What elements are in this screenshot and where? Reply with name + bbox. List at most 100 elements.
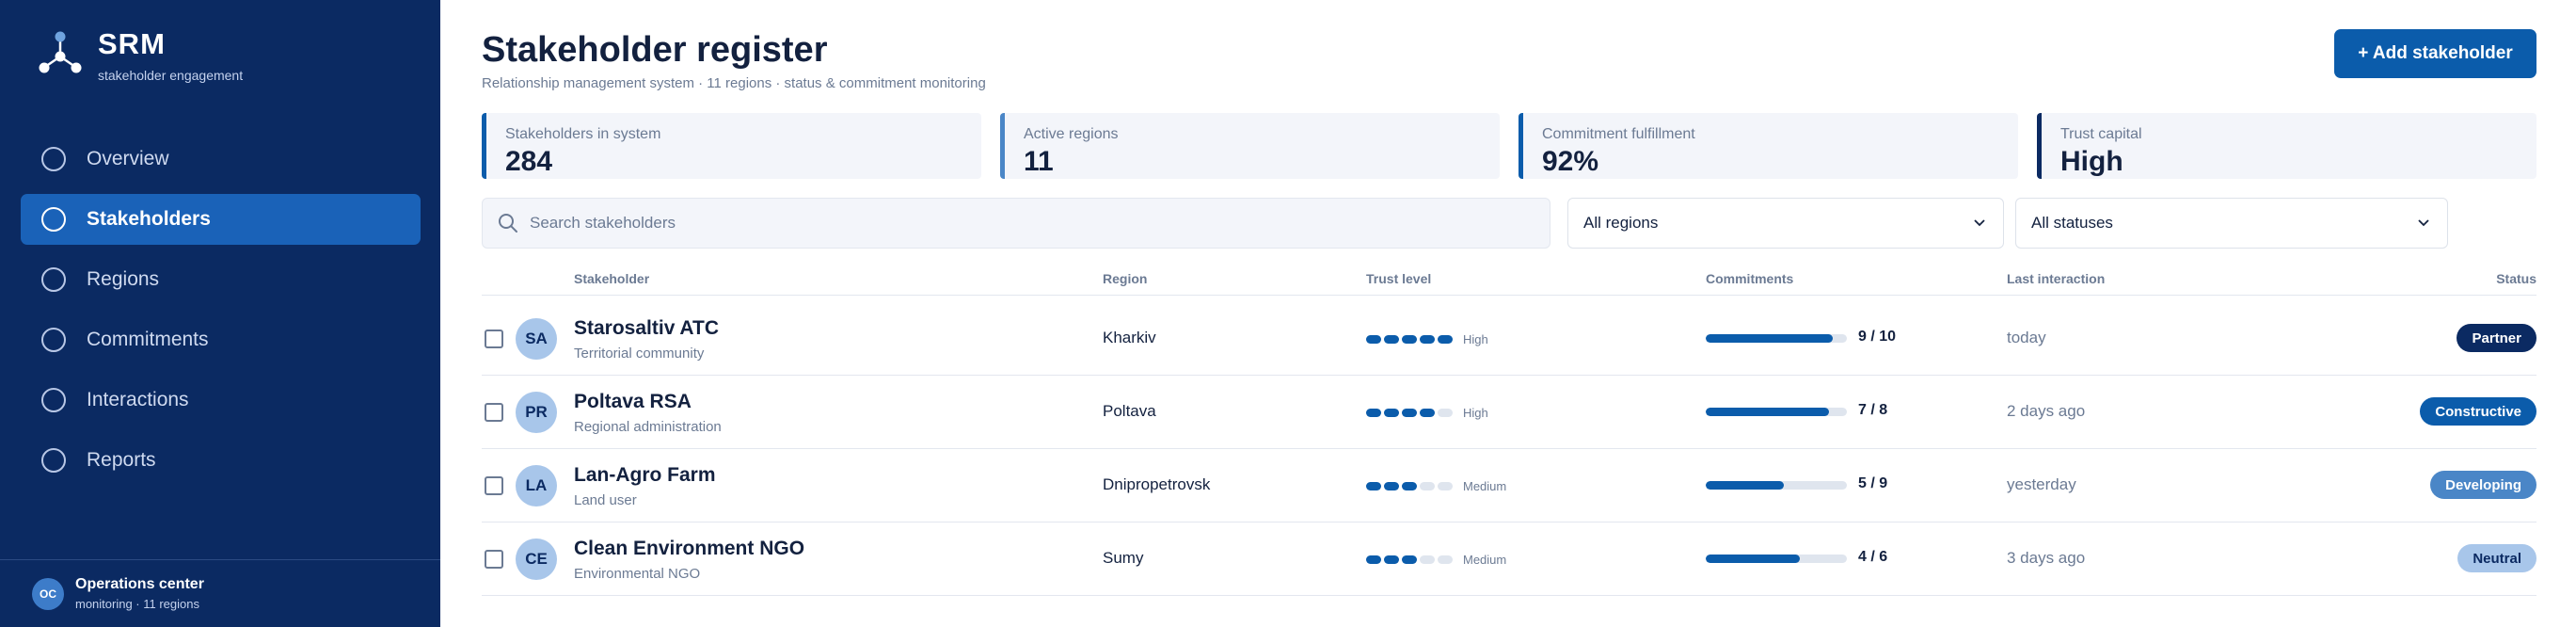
operations-center-footer[interactable]: OC Operations center monitoring · 11 reg…	[0, 559, 440, 627]
stat-label: Commitment fulfillment	[1542, 126, 1695, 142]
trust-pill	[1384, 555, 1399, 564]
column-header-region[interactable]: Region	[1103, 271, 1147, 286]
status-badge: Developing	[2430, 471, 2536, 499]
network-logo-icon	[39, 31, 82, 73]
region-filter-select[interactable]: All regions	[1567, 198, 2004, 249]
trust-level-indicator: High	[1366, 332, 1488, 346]
sidebar-item-commitments[interactable]: Commitments	[21, 314, 421, 365]
chevron-down-icon	[2418, 219, 2429, 227]
progress-fill	[1706, 408, 1830, 416]
trust-pill	[1438, 409, 1453, 417]
trust-pill	[1420, 555, 1435, 564]
search-icon	[499, 214, 517, 233]
stakeholder-name[interactable]: Lan-Agro Farm	[574, 464, 716, 487]
region-cell: Sumy	[1103, 549, 1144, 567]
status-filter-select[interactable]: All statuses	[2015, 198, 2448, 249]
column-header-status[interactable]: Status	[2496, 271, 2536, 286]
chevron-down-icon	[1974, 219, 1985, 227]
last-interaction: yesterday	[2007, 475, 2076, 493]
avatar: SA	[516, 318, 557, 360]
stat-card-fulfillment: Commitment fulfillment 92%	[1519, 113, 2018, 179]
trust-label: High	[1463, 406, 1488, 420]
stakeholder-name[interactable]: Poltava RSA	[574, 391, 692, 413]
add-stakeholder-button[interactable]: + Add stakeholder	[2334, 29, 2536, 78]
stat-value: 284	[505, 146, 553, 177]
region-cell: Kharkiv	[1103, 329, 1156, 346]
stakeholder-name[interactable]: Starosaltiv ATC	[574, 317, 719, 340]
stat-card-regions: Active regions 11	[1000, 113, 1500, 179]
column-header-stakeholder[interactable]: Stakeholder	[574, 271, 649, 286]
circle-icon	[41, 388, 66, 412]
table-row[interactable]: PR Poltava RSA Regional administration Polt…	[482, 376, 2536, 449]
sidebar-item-reports[interactable]: Reports	[21, 435, 421, 486]
row-checkbox[interactable]	[485, 550, 503, 569]
sidebar-item-label: Regions	[87, 268, 160, 290]
trust-label: High	[1463, 332, 1488, 346]
row-checkbox[interactable]	[485, 330, 503, 348]
trust-pill	[1420, 482, 1435, 490]
commitments-count: 7 / 8	[1858, 402, 1888, 418]
region-cell: Dnipropetrovsk	[1103, 475, 1211, 493]
table-row[interactable]: SA Starosaltiv ATC Territorial community Kh…	[482, 302, 2536, 376]
status-badge: Constructive	[2420, 397, 2536, 426]
commitments-count: 9 / 10	[1858, 329, 1897, 345]
page-title: Stakeholder register	[482, 30, 828, 70]
commitments-progress-bar	[1706, 334, 1847, 343]
trust-pill	[1384, 335, 1399, 344]
stakeholder-name[interactable]: Clean Environment NGO	[574, 538, 804, 560]
last-interaction: 2 days ago	[2007, 402, 2086, 420]
table-row[interactable]: LA Lan-Agro Farm Land user Dnipropetrovsk Me…	[482, 449, 2536, 522]
commitments-count: 5 / 9	[1858, 475, 1888, 491]
trust-pill	[1438, 555, 1453, 564]
footer-title: Operations center	[75, 576, 204, 592]
trust-pill	[1384, 409, 1399, 417]
trust-pill	[1420, 335, 1435, 344]
circle-icon	[41, 207, 66, 232]
search-box[interactable]	[482, 198, 1550, 249]
progress-fill	[1706, 334, 1833, 343]
row-checkbox[interactable]	[485, 476, 503, 495]
region-cell: Poltava	[1103, 402, 1156, 420]
progress-fill	[1706, 481, 1785, 490]
last-interaction: 3 days ago	[2007, 549, 2086, 567]
column-header-last-interaction[interactable]: Last interaction	[2007, 271, 2105, 286]
circle-icon	[41, 267, 66, 292]
trust-pill	[1384, 482, 1399, 490]
stat-label: Stakeholders in system	[505, 126, 661, 142]
search-input[interactable]	[530, 214, 1471, 233]
commitments-progress-bar	[1706, 481, 1847, 490]
last-interaction: today	[2007, 329, 2046, 346]
sidebar-item-stakeholders[interactable]: Stakeholders	[21, 194, 421, 245]
sidebar-item-label: Stakeholders	[87, 208, 211, 230]
trust-level-indicator: Medium	[1366, 553, 1506, 567]
brand-name: SRM	[98, 27, 166, 60]
trust-pill	[1366, 555, 1381, 564]
trust-level-indicator: Medium	[1366, 479, 1506, 493]
row-checkbox[interactable]	[485, 403, 503, 422]
column-header-commitments[interactable]: Commitments	[1706, 271, 1793, 286]
table-row[interactable]: CE Clean Environment NGO Environmental NGO…	[482, 522, 2536, 596]
sidebar-item-label: Interactions	[87, 389, 189, 410]
commitments-progress-bar	[1706, 555, 1847, 563]
brand: SRM stakeholder engagement	[36, 28, 243, 83]
circle-icon	[41, 448, 66, 473]
stat-value: 11	[1024, 146, 1054, 177]
table-header: Stakeholder Region Trust level Commitmen…	[482, 271, 2536, 296]
stat-label: Active regions	[1024, 126, 1119, 142]
avatar: CE	[516, 539, 557, 580]
trust-pill	[1366, 409, 1381, 417]
trust-level-indicator: High	[1366, 406, 1488, 420]
column-header-trust[interactable]: Trust level	[1366, 271, 1431, 286]
stat-card-stakeholders: Stakeholders in system 284	[482, 113, 981, 179]
status-filter-value: All statuses	[2031, 214, 2113, 232]
sidebar-item-label: Reports	[87, 449, 156, 471]
stakeholder-type: Regional administration	[574, 419, 722, 435]
status-badge: Neutral	[2457, 544, 2536, 572]
trust-pill	[1366, 482, 1381, 490]
stat-card-trust: Trust capital High	[2037, 113, 2536, 179]
sidebar-item-interactions[interactable]: Interactions	[21, 375, 421, 426]
trust-pill	[1402, 335, 1417, 344]
sidebar-item-overview[interactable]: Overview	[21, 134, 421, 185]
avatar: LA	[516, 465, 557, 506]
sidebar-item-regions[interactable]: Regions	[21, 254, 421, 305]
